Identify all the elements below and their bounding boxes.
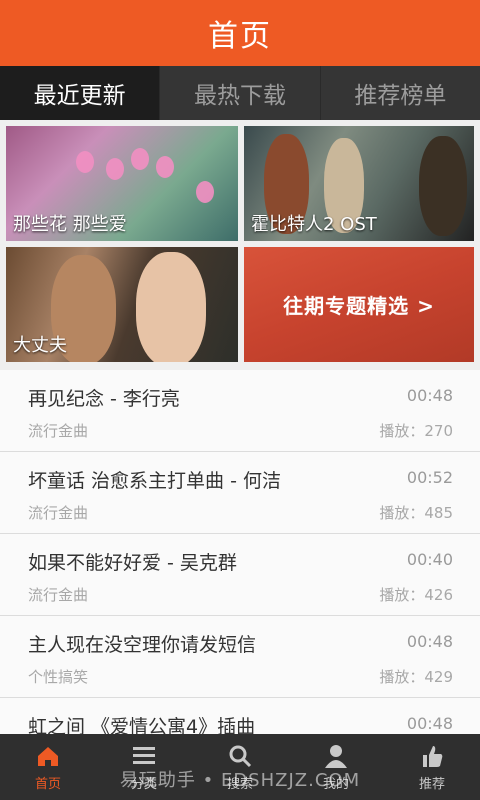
tile-caption: 那些花 那些爱 bbox=[13, 214, 127, 235]
song-item[interactable]: 主人现在没空理你请发短信 00:48 个性搞笑 播放：429 bbox=[0, 616, 480, 698]
song-title: 如果不能好好爱 - 吴克群 bbox=[28, 552, 237, 574]
nav-search[interactable]: 搜索 bbox=[192, 734, 288, 800]
song-category: 个性搞笑 bbox=[28, 668, 89, 686]
featured-tile-flowers[interactable]: 那些花 那些爱 bbox=[6, 126, 238, 241]
page-title: 首页 bbox=[208, 19, 272, 54]
song-item[interactable]: 再见纪念 - 李行亮 00:48 流行金曲 播放：270 bbox=[0, 370, 480, 452]
nav-recommend-label: 推荐 bbox=[418, 777, 445, 792]
menu-icon bbox=[133, 747, 155, 764]
nav-home[interactable]: 首页 bbox=[0, 734, 96, 800]
nav-home-label: 首页 bbox=[34, 777, 61, 792]
song-play-count: 播放：270 bbox=[379, 422, 453, 440]
nav-category-label: 分类 bbox=[130, 777, 157, 792]
tile-caption: 霍比特人2 OST bbox=[251, 214, 377, 235]
tab-recent[interactable]: 最近更新 bbox=[0, 66, 161, 120]
home-icon bbox=[38, 747, 58, 766]
song-duration: 00:48 bbox=[406, 386, 453, 405]
song-title: 坏童话 治愈系主打单曲 - 何洁 bbox=[28, 470, 281, 492]
song-play-count: 播放：485 bbox=[379, 504, 453, 522]
bottom-nav: 首页 分类 搜索 我的 推荐 易玩助手 • EDSHZJZ.COM bbox=[0, 734, 480, 800]
user-icon bbox=[325, 745, 347, 768]
song-title: 再见纪念 - 李行亮 bbox=[28, 388, 180, 410]
nav-mine-label: 我的 bbox=[322, 777, 349, 792]
featured-tile-dazhangfu[interactable]: 大丈夫 bbox=[6, 247, 238, 362]
nav-mine[interactable]: 我的 bbox=[288, 734, 384, 800]
song-title: 主人现在没空理你请发短信 bbox=[28, 634, 257, 656]
featured-tile-hobbit[interactable]: 霍比特人2 OST bbox=[244, 126, 474, 241]
song-play-count: 播放：426 bbox=[379, 586, 453, 604]
nav-recommend[interactable]: 推荐 bbox=[384, 734, 480, 800]
song-item[interactable]: 坏童话 治愈系主打单曲 - 何洁 00:52 流行金曲 播放：485 bbox=[0, 452, 480, 534]
song-play-count: 播放：429 bbox=[379, 668, 453, 686]
tab-bar: 最近更新 最热下载 推荐榜单 bbox=[0, 66, 480, 120]
featured-tile-past-specials[interactable]: 往期专题精选 > bbox=[244, 247, 474, 362]
tab-recommend-chart[interactable]: 推荐榜单 bbox=[321, 66, 480, 120]
song-item[interactable]: 如果不能好好爱 - 吴克群 00:40 流行金曲 播放：426 bbox=[0, 534, 480, 616]
tile-caption: 大丈夫 bbox=[13, 335, 67, 356]
featured-grid: 那些花 那些爱 霍比特人2 OST 大丈夫 往期专题精选 > bbox=[0, 120, 480, 362]
song-category: 流行金曲 bbox=[28, 586, 89, 604]
past-specials-label: 往期专题精选 > bbox=[283, 294, 435, 318]
app-header: 首页 bbox=[0, 0, 480, 66]
song-list: 再见纪念 - 李行亮 00:48 流行金曲 播放：270 坏童话 治愈系主打单曲… bbox=[0, 370, 480, 780]
song-duration: 00:52 bbox=[406, 468, 453, 487]
song-category: 流行金曲 bbox=[28, 504, 89, 522]
thumbs-up-icon bbox=[423, 746, 443, 767]
nav-search-label: 搜索 bbox=[226, 777, 253, 792]
song-duration: 00:48 bbox=[406, 714, 453, 733]
nav-category[interactable]: 分类 bbox=[96, 734, 192, 800]
tab-hot-downloads[interactable]: 最热下载 bbox=[160, 66, 321, 120]
song-duration: 00:48 bbox=[406, 632, 453, 651]
song-duration: 00:40 bbox=[406, 550, 453, 569]
search-icon bbox=[229, 745, 252, 768]
song-category: 流行金曲 bbox=[28, 422, 89, 440]
